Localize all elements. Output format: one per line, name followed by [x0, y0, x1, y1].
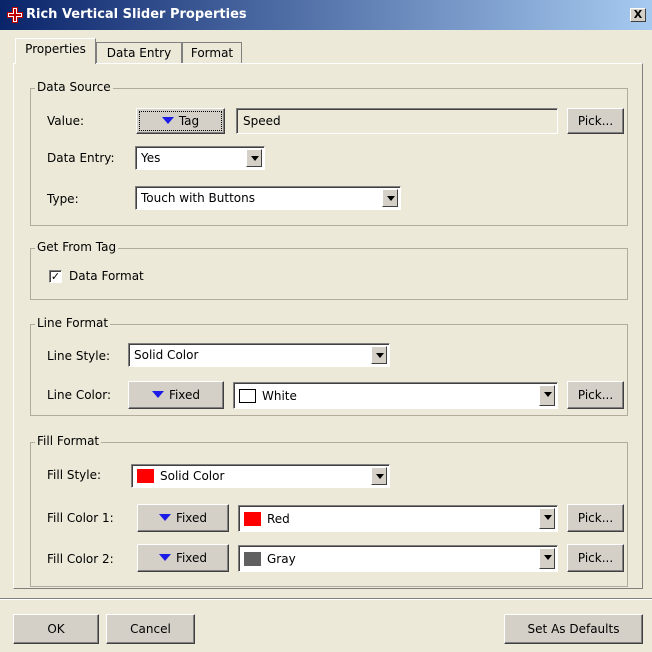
line-style-value: Solid Color	[134, 348, 199, 362]
type-label: Type:	[47, 192, 79, 206]
properties-panel: Data Source Value: Tag Speed Pick... Dat…	[13, 63, 643, 589]
chevron-down-icon[interactable]	[539, 548, 555, 569]
line-color-label: Line Color:	[47, 388, 111, 402]
data-entry-value: Yes	[141, 151, 161, 165]
footer-divider	[0, 598, 652, 600]
red-swatch-icon	[244, 511, 261, 526]
fill-color2-pick-button[interactable]: Pick...	[567, 544, 624, 572]
tab-data-entry[interactable]: Data Entry	[96, 42, 182, 64]
gray-swatch-icon	[244, 551, 261, 566]
tab-properties[interactable]: Properties	[15, 38, 96, 64]
title-bar[interactable]: Rich Vertical Slider Properties X	[0, 0, 652, 30]
value-tag-text: Speed	[243, 114, 281, 128]
value-mode-button[interactable]: Tag	[136, 108, 225, 134]
cancel-button[interactable]: Cancel	[106, 614, 195, 644]
fill-color1-label: Fill Color 1:	[47, 511, 114, 525]
type-value: Touch with Buttons	[141, 191, 255, 205]
line-style-select[interactable]: Solid Color	[128, 343, 390, 367]
fill-color2-mode-label: Fixed	[175, 551, 208, 565]
fill-style-value: Solid Color	[160, 469, 225, 483]
fill-style-select[interactable]: Solid Color	[131, 464, 390, 488]
fill-color2-mode-button[interactable]: Fixed	[137, 544, 229, 572]
line-color-value: White	[262, 388, 297, 403]
line-color-select[interactable]: White	[233, 382, 558, 409]
line-color-mode-label: Fixed	[168, 388, 201, 402]
chevron-down-icon[interactable]	[382, 189, 398, 207]
fill-color2-value: Gray	[267, 551, 296, 566]
line-color-pick-button[interactable]: Pick...	[567, 381, 624, 409]
data-format-label: Data Format	[69, 269, 144, 283]
data-entry-select[interactable]: Yes	[135, 146, 265, 170]
fill-color1-mode-label: Fixed	[175, 511, 208, 525]
value-tag-field[interactable]: Speed	[236, 108, 558, 134]
fill-color1-select[interactable]: Red	[238, 505, 558, 532]
value-label: Value:	[47, 114, 84, 128]
chevron-down-icon[interactable]	[539, 385, 555, 406]
tab-format[interactable]: Format	[182, 42, 242, 64]
data-format-checkbox[interactable]: ✓	[49, 270, 62, 283]
fill-color1-mode-button[interactable]: Fixed	[137, 504, 229, 532]
set-as-defaults-button[interactable]: Set As Defaults	[504, 614, 643, 644]
app-icon	[7, 7, 23, 23]
chevron-down-icon[interactable]	[371, 467, 387, 485]
dropdown-triangle-icon	[161, 117, 174, 124]
get-from-tag-title: Get From Tag	[35, 240, 119, 254]
line-style-label: Line Style:	[47, 349, 111, 363]
dialog-window: Rich Vertical Slider Properties X Proper…	[0, 0, 652, 652]
value-pick-button[interactable]: Pick...	[567, 108, 624, 134]
data-entry-label: Data Entry:	[47, 151, 115, 165]
chevron-down-icon[interactable]	[246, 149, 262, 167]
dropdown-triangle-icon	[151, 391, 164, 398]
dropdown-triangle-icon	[158, 514, 171, 521]
fill-color1-pick-button[interactable]: Pick...	[567, 504, 624, 532]
fill-color2-label: Fill Color 2:	[47, 552, 114, 566]
ok-button[interactable]: OK	[13, 614, 99, 644]
line-color-mode-button[interactable]: Fixed	[128, 381, 224, 409]
close-icon[interactable]: X	[630, 8, 646, 22]
data-source-title: Data Source	[35, 80, 113, 94]
fill-style-label: Fill Style:	[47, 468, 102, 482]
fill-format-title: Fill Format	[35, 434, 102, 448]
chevron-down-icon[interactable]	[539, 508, 555, 529]
window-title: Rich Vertical Slider Properties	[26, 7, 247, 22]
fill-color1-value: Red	[267, 511, 290, 526]
dropdown-triangle-icon	[158, 554, 171, 561]
chevron-down-icon[interactable]	[371, 346, 387, 364]
red-swatch-icon	[137, 469, 154, 483]
type-select[interactable]: Touch with Buttons	[135, 186, 401, 210]
value-mode-label: Tag	[178, 114, 200, 128]
fill-color2-select[interactable]: Gray	[238, 545, 558, 572]
line-format-title: Line Format	[35, 316, 111, 330]
white-swatch-icon	[239, 388, 256, 403]
